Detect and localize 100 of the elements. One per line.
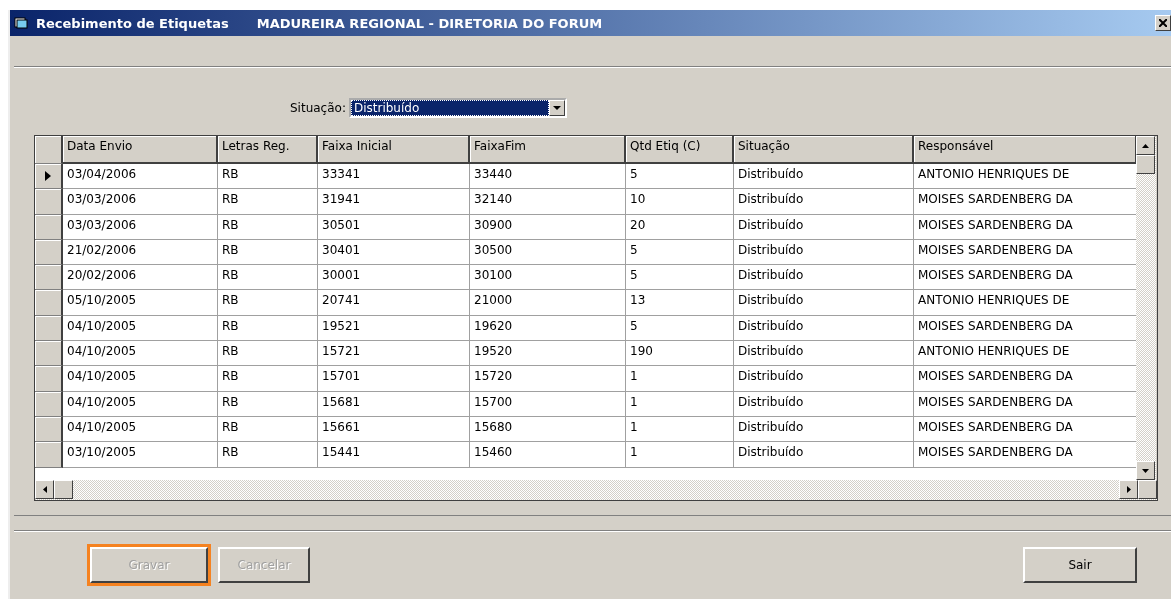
row-selector[interactable] [35,239,63,266]
table-cell: RB [218,239,318,266]
table-cell: Distribuído [734,315,914,342]
table-cell: Distribuído [734,189,914,215]
table-cell: 03/03/2006 [63,189,218,215]
close-icon [1159,19,1167,27]
column-header[interactable]: Data Envio [63,136,218,164]
table-cell: 30501 [318,214,470,240]
table-cell: 15681 [318,391,470,417]
scroll-thumb[interactable] [54,480,73,499]
table-cell: 04/10/2005 [63,366,218,392]
column-header[interactable]: Responsável [914,136,1136,164]
vertical-scrollbar[interactable] [1136,136,1156,480]
table-cell: 33341 [318,164,470,190]
table-cell: 32140 [470,189,626,215]
table-cell: RB [218,290,318,316]
table-cell: RB [218,391,318,417]
table-cell: 5 [626,239,734,266]
scroll-down-icon [1142,468,1149,473]
table-cell: RB [218,315,318,342]
table-cell: 5 [626,164,734,190]
row-selector[interactable] [35,366,63,392]
table-cell: 5 [626,315,734,342]
table-cell: RB [218,214,318,240]
table-cell: 190 [626,341,734,367]
table-cell: 10 [626,189,734,215]
button[interactable]: Sair [1023,547,1137,583]
row-selector[interactable] [35,189,63,215]
window-subtitle: MADUREIRA REGIONAL - DIRETORIA DO FORUM [256,15,603,31]
current-row-icon [45,171,51,182]
table-cell: 19520 [470,341,626,367]
table-cell: 1 [626,442,734,468]
table-cell: 21000 [470,290,626,316]
table-cell: 30100 [470,265,626,291]
table-cell: 05/10/2005 [63,290,218,316]
column-header[interactable]: Faixa Inicial [318,136,470,164]
table-cell: 13 [626,290,734,316]
table-cell: 31941 [318,189,470,215]
row-selector[interactable] [35,416,63,443]
table-cell: 15680 [470,416,626,443]
table-cell: 21/02/2006 [63,239,218,266]
table-cell: 15721 [318,341,470,367]
table-cell: 19620 [470,315,626,342]
scroll-right-icon [1126,486,1131,493]
horizontal-scrollbar[interactable] [35,480,1157,500]
table-cell: RB [218,416,318,443]
column-header[interactable]: Situação [734,136,914,164]
table-cell: 33440 [470,164,626,190]
table-cell: 04/10/2005 [63,391,218,417]
table-cell: 03/10/2005 [63,442,218,468]
window-title: Recebimento de Etiquetas [36,15,229,31]
column-header[interactable]: Letras Reg. [218,136,318,164]
table-cell: Distribuído [734,366,914,392]
column-header[interactable]: FaixaFim [470,136,626,164]
row-selector[interactable] [35,290,63,316]
table-cell: RB [218,265,318,291]
column-header[interactable]: Qtd Etiq (C) [626,136,734,164]
filter-label: Situação: [290,101,346,115]
row-selector[interactable] [35,214,63,240]
table-cell: 20/02/2006 [63,265,218,291]
table-cell: Distribuído [734,164,914,190]
table-cell: RB [218,442,318,468]
scroll-thumb[interactable] [1136,155,1155,174]
table-cell: Distribuído [734,416,914,443]
situation-dropdown[interactable]: Distribuído [348,98,567,118]
table-cell: 20741 [318,290,470,316]
table-cell: 15701 [318,366,470,392]
table-cell: 04/10/2005 [63,341,218,367]
table-cell: 15720 [470,366,626,392]
table-cell: 03/04/2006 [63,164,218,190]
table-cell: RB [218,341,318,367]
row-selector[interactable] [35,341,63,367]
table-cell: Distribuído [734,239,914,266]
table-cell: RB [218,366,318,392]
table-cell: 15460 [470,442,626,468]
scroll-up-icon [1142,143,1149,148]
table-cell: 15700 [470,391,626,417]
table-cell: 19521 [318,315,470,342]
row-selector[interactable] [35,391,63,417]
table-cell: RB [218,164,318,190]
scroll-left-icon [42,486,47,493]
table-cell: Distribuído [734,442,914,468]
close-button[interactable] [1155,15,1171,31]
window-icon [14,16,30,30]
table-cell: 30500 [470,239,626,266]
table-cell: 03/03/2006 [63,214,218,240]
row-selector[interactable] [35,164,63,190]
row-selector[interactable] [35,315,63,342]
table-cell: 20 [626,214,734,240]
table-cell: 5 [626,265,734,291]
table-cell: 04/10/2005 [63,416,218,443]
table-cell: Distribuído [734,214,914,240]
table-cell: 04/10/2005 [63,315,218,342]
row-selector[interactable] [35,442,63,468]
dropdown-arrow-icon [552,106,561,110]
table-cell: 15441 [318,442,470,468]
table-cell: RB [218,189,318,215]
row-selector[interactable] [35,265,63,291]
table-cell: 1 [626,416,734,443]
table-cell: Distribuído [734,341,914,367]
